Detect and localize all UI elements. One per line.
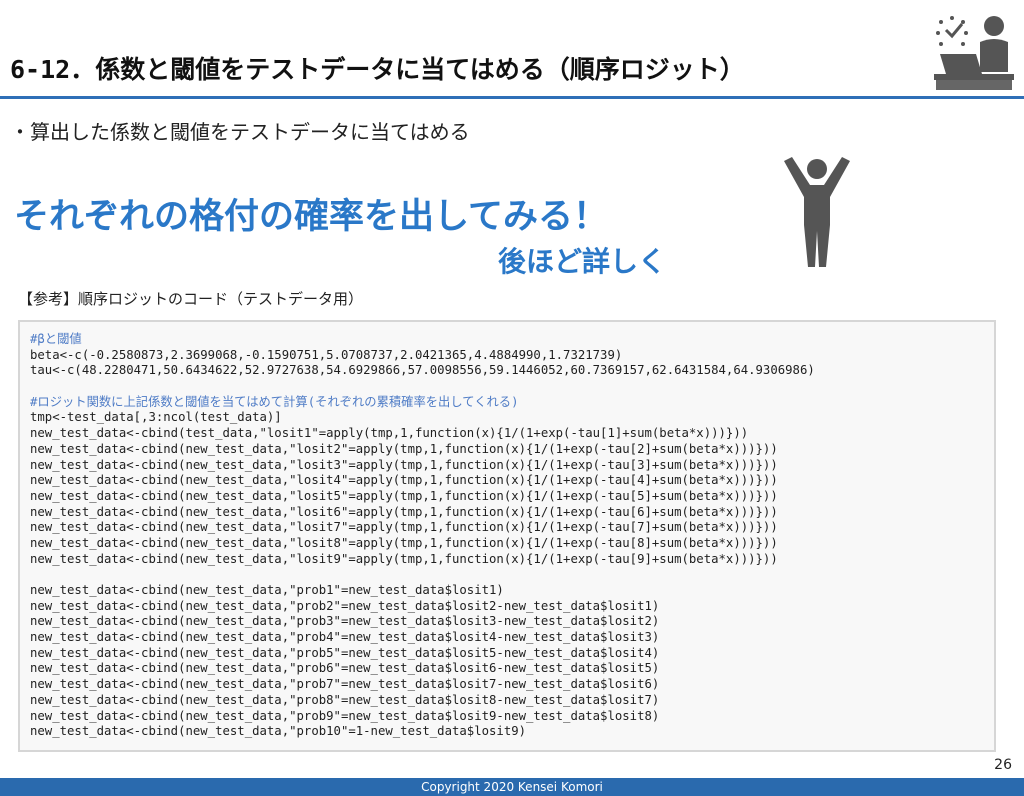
code-line: new_test_data<-cbind(new_test_data,"losi…	[30, 504, 778, 519]
title-underline	[0, 96, 1024, 99]
code-line: new_test_data<-cbind(new_test_data,"prob…	[30, 630, 660, 645]
code-line: new_test_data<-cbind(new_test_data,"losi…	[30, 520, 778, 535]
code-line: new_test_data<-cbind(new_test_data,"losi…	[30, 551, 778, 566]
code-line: new_test_data<-cbind(new_test_data,"prob…	[30, 598, 660, 613]
presenter-at-desk-with-clock-icon	[934, 16, 1014, 90]
code-comment-line: #ロジット関数に上記係数と閾値を当てはめて計算(それぞれの累積確率を出してくれる…	[30, 394, 519, 409]
slide-title: 6-12．係数と閾値をテストデータに当てはめる（順序ロジット）	[10, 55, 745, 84]
code-line: new_test_data<-cbind(new_test_data,"prob…	[30, 692, 660, 707]
code-line: tau<-c(48.2280471,50.6434622,52.9727638,…	[30, 363, 815, 378]
code-line: new_test_data<-cbind(new_test_data,"losi…	[30, 535, 778, 550]
code-lines: #βと閾値 beta<-c(-0.2580873,2.3699068,-0.159…	[30, 332, 815, 740]
code-line: new_test_data<-cbind(test_data,"losit1"=…	[30, 426, 749, 441]
headline: それぞれの格付の確率を出してみる！	[14, 197, 608, 237]
footer-copyright: Copyright 2020 Kensei Komori	[0, 778, 1024, 796]
code-comment-line: #βと閾値	[30, 332, 82, 346]
code-line: new_test_data<-cbind(new_test_data,"prob…	[30, 677, 660, 692]
code-line: new_test_data<-cbind(new_test_data,"losi…	[30, 473, 778, 488]
code-line: new_test_data<-cbind(new_test_data,"losi…	[30, 457, 778, 472]
code-line: tmp<-test_data[,3:ncol(test_data)]	[30, 410, 282, 425]
code-line: new_test_data<-cbind(new_test_data,"prob…	[30, 708, 660, 723]
bullet-text: ・算出した係数と閾値をテストデータに当てはめる	[10, 120, 470, 144]
person-arms-raised-icon	[784, 157, 850, 267]
subline: 後ほど詳しく	[498, 245, 667, 278]
code-block: #βと閾値 beta<-c(-0.2580873,2.3699068,-0.159…	[18, 320, 996, 752]
code-line: new_test_data<-cbind(new_test_data,"prob…	[30, 614, 660, 629]
code-line: new_test_data<-cbind(new_test_data,"losi…	[30, 488, 778, 503]
code-line: beta<-c(-0.2580873,2.3699068,-0.1590751,…	[30, 347, 623, 362]
code-line: new_test_data<-cbind(new_test_data,"prob…	[30, 724, 527, 739]
code-line: new_test_data<-cbind(new_test_data,"prob…	[30, 661, 660, 676]
code-line: new_test_data<-cbind(new_test_data,"prob…	[30, 583, 504, 597]
code-line: new_test_data<-cbind(new_test_data,"prob…	[30, 645, 660, 660]
code-line: new_test_data<-cbind(new_test_data,"losi…	[30, 441, 778, 456]
reference-label: 【参考】順序ロジットのコード（テストデータ用）	[18, 290, 364, 308]
page-number: 26	[994, 757, 1012, 773]
